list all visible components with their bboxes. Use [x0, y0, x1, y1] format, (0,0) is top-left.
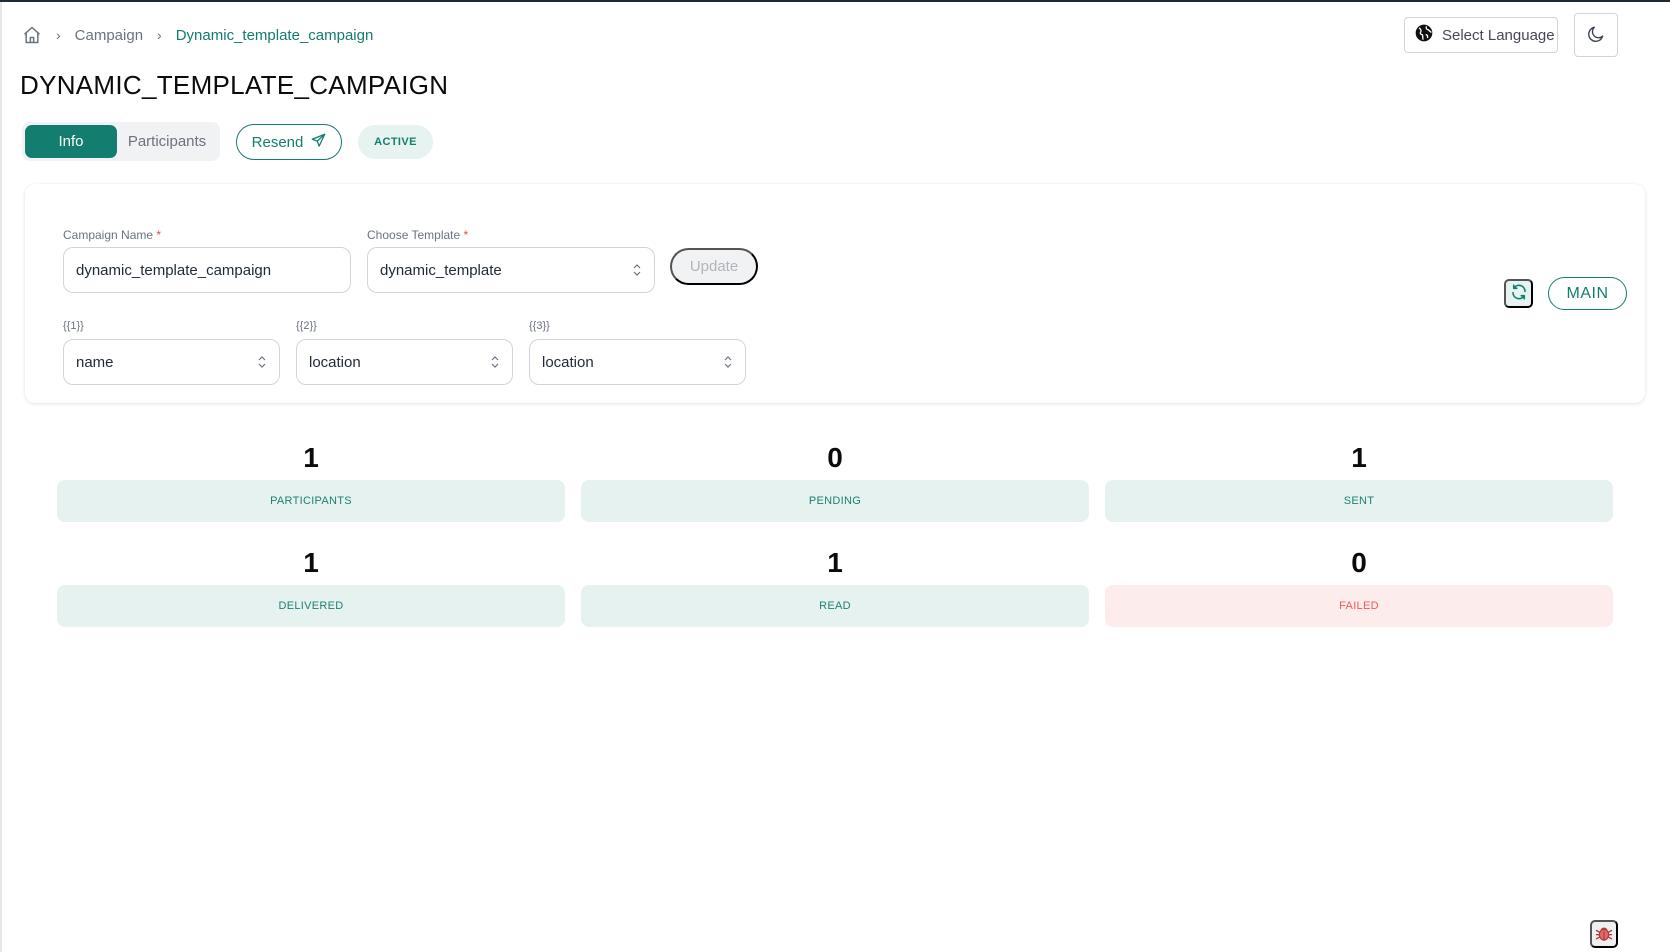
chevron-up-down-icon: [724, 356, 732, 368]
campaign-name-label: Campaign Name *: [63, 228, 162, 242]
breadcrumb: › Campaign › Dynamic_template_campaign: [22, 22, 373, 48]
stat-value: 1: [303, 442, 319, 473]
stat-value: 1: [1351, 442, 1367, 473]
chevron-up-down-icon: [258, 356, 266, 368]
required-mark: *: [156, 228, 162, 242]
status-badge: ACTIVE: [358, 125, 433, 159]
stat-label: READ: [581, 585, 1089, 627]
debug-button[interactable]: [1590, 920, 1618, 948]
stat-label: FAILED: [1105, 585, 1613, 627]
variable-3-select[interactable]: location: [529, 339, 746, 385]
chevron-up-down-icon: [633, 264, 641, 276]
variable-1-label: {{1}}: [63, 320, 84, 332]
bug-icon: [1594, 923, 1614, 946]
breadcrumb-campaign[interactable]: Campaign: [75, 27, 143, 44]
chevron-right-icon: ›: [56, 27, 61, 43]
chevron-up-down-icon: [491, 356, 499, 368]
stat-label: SENT: [1105, 480, 1613, 522]
required-mark: *: [463, 228, 469, 242]
variable-2-label: {{2}}: [296, 320, 317, 332]
theme-toggle-button[interactable]: [1574, 13, 1618, 57]
refresh-icon: [1510, 283, 1528, 304]
refresh-button[interactable]: [1504, 279, 1533, 308]
variable-3-label: {{3}}: [529, 320, 550, 332]
stat-value: 1: [303, 547, 319, 578]
stat-value: 1: [827, 547, 843, 578]
stat-value: 0: [827, 442, 843, 473]
stat-value: 0: [1351, 547, 1367, 578]
globe-icon: [1414, 23, 1434, 47]
select-language-label: Select Language: [1442, 26, 1555, 44]
update-button[interactable]: Update: [670, 248, 758, 285]
template-select[interactable]: dynamic_template: [367, 247, 655, 293]
campaign-name-input[interactable]: dynamic_template_campaign: [63, 247, 351, 293]
tab-participants[interactable]: Participants: [117, 125, 217, 158]
tab-group: Info Participants: [22, 122, 220, 161]
chevron-right-icon: ›: [157, 27, 162, 43]
resend-label: Resend: [251, 133, 304, 151]
home-icon[interactable]: [22, 25, 42, 45]
resend-button[interactable]: Resend: [236, 124, 342, 160]
variable-1-select[interactable]: name: [63, 339, 280, 385]
choose-template-label: Choose Template *: [367, 228, 469, 242]
send-icon: [311, 133, 326, 152]
moon-icon: [1586, 24, 1606, 47]
tab-info[interactable]: Info: [25, 125, 117, 158]
select-language-button[interactable]: Select Language: [1404, 17, 1558, 53]
stat-label: DELIVERED: [57, 585, 565, 627]
stat-label: PENDING: [581, 480, 1089, 522]
breadcrumb-current[interactable]: Dynamic_template_campaign: [176, 27, 374, 44]
variable-2-select[interactable]: location: [296, 339, 513, 385]
main-button[interactable]: MAIN: [1548, 277, 1627, 310]
stat-label: PARTICIPANTS: [57, 480, 565, 522]
page-title: DYNAMIC_TEMPLATE_CAMPAIGN: [20, 70, 449, 100]
page-left-border: [0, 2, 2, 952]
